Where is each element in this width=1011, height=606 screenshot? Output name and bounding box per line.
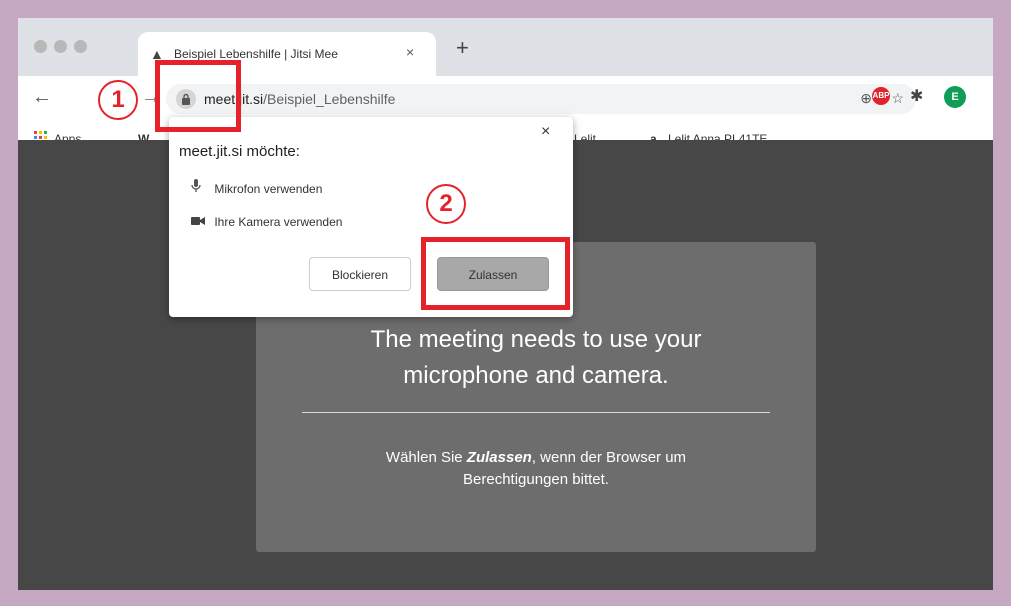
card-title-line2: microphone and camera. <box>403 362 669 389</box>
step2-highlight-box <box>421 237 570 310</box>
block-button[interactable]: Blockieren <box>309 257 411 291</box>
card-instructions: Wählen Sie Zulassen, wenn der Browser um… <box>256 447 816 491</box>
permission-camera: Ihre Kamera verwenden <box>191 215 342 229</box>
popup-title: meet.jit.si möchte: <box>179 143 300 160</box>
step1-badge: 1 <box>98 80 138 120</box>
card-instructions-line2: Berechtigungen bittet. <box>463 471 609 488</box>
tab-close-icon[interactable]: × <box>406 44 414 60</box>
permission-label: Mikrofon verwenden <box>214 182 323 196</box>
camera-icon <box>191 215 211 229</box>
adblock-extension-icon[interactable]: ABP <box>872 87 890 105</box>
popup-close-icon[interactable]: × <box>541 123 550 141</box>
card-title: The meeting needs to use your microphone… <box>256 322 816 394</box>
install-icon[interactable]: ⊕ <box>860 90 872 106</box>
tab-title: Beispiel Lebenshilfe | Jitsi Mee <box>174 47 338 61</box>
step2-badge: 2 <box>426 184 466 224</box>
maximize-window-dot[interactable] <box>74 40 87 53</box>
bookmark-star-icon[interactable]: ☆ <box>891 90 904 106</box>
permission-label: Ihre Kamera verwenden <box>214 215 343 229</box>
address-bar[interactable]: meet.jit.si/Beispiel_Lebenshilfe ⊕ ☆ <box>166 84 916 114</box>
permission-microphone: Mikrofon verwenden <box>191 179 322 196</box>
new-tab-button[interactable]: + <box>456 37 469 59</box>
close-window-dot[interactable] <box>34 40 47 53</box>
profile-avatar[interactable]: E <box>944 86 966 108</box>
back-arrow-icon[interactable]: ← <box>32 86 52 109</box>
minimize-window-dot[interactable] <box>54 40 67 53</box>
extensions-puzzle-icon[interactable]: ✱ <box>910 86 923 106</box>
step1-highlight-box <box>155 60 241 132</box>
card-title-line1: The meeting needs to use your <box>370 326 702 353</box>
microphone-icon <box>191 179 211 196</box>
divider <box>302 412 770 413</box>
